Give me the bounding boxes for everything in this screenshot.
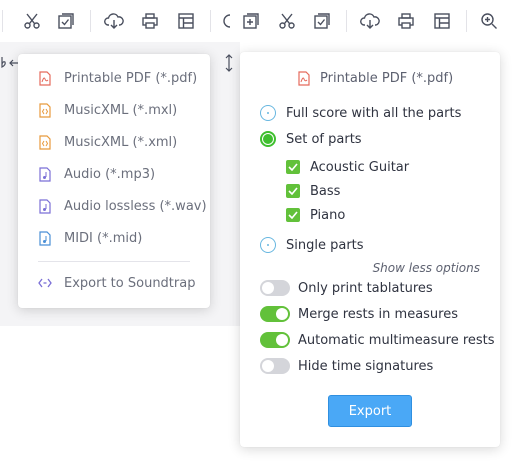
scissors-icon <box>23 12 41 30</box>
option-merge-rests[interactable]: Merge rests in measures <box>260 304 458 324</box>
radio-label: Set of parts <box>286 131 362 147</box>
layout-icon <box>177 12 195 30</box>
radio-full-score[interactable]: Full score with all the parts <box>260 103 461 123</box>
cloud-download-icon <box>104 12 124 30</box>
part-checkbox-piano[interactable]: Piano <box>286 205 345 225</box>
paste-button[interactable] <box>55 10 77 32</box>
printer-icon <box>397 12 415 30</box>
menu-item-label: Audio (*.mp3) <box>64 166 156 182</box>
export-download-button[interactable] <box>359 10 381 32</box>
option-multimeasure-rests[interactable]: Automatic multimeasure rests <box>260 330 495 350</box>
menu-item-xml[interactable]: MusicXML (*.xml) <box>38 131 177 153</box>
option-label: Automatic multimeasure rests <box>298 332 495 348</box>
toolbar-separator <box>210 10 211 32</box>
part-label: Piano <box>310 207 346 223</box>
toolbar-separator <box>346 10 347 32</box>
menu-item-mp3[interactable]: Audio (*.mp3) <box>38 163 155 185</box>
stem-toggle-icon[interactable] <box>224 54 234 72</box>
layout-button[interactable] <box>175 10 197 32</box>
add-box-icon <box>242 12 260 30</box>
xml-file-icon <box>38 102 52 118</box>
export-options-panel: Printable PDF (*.pdf) Full score with al… <box>240 52 500 447</box>
panel-format-header: Printable PDF (*.pdf) <box>298 71 453 86</box>
toolbar-left <box>0 0 240 42</box>
option-label: Only print tablatures <box>298 280 433 296</box>
option-label: Merge rests in measures <box>298 306 458 322</box>
checkbox-checked-icon <box>286 208 300 222</box>
menu-item-label: Audio lossless (*.wav) <box>64 198 207 214</box>
part-checkbox-acoustic-guitar[interactable]: Acoustic Guitar <box>286 157 409 177</box>
option-hide-time-signatures[interactable]: Hide time signatures <box>260 356 433 376</box>
cloud-download-icon <box>360 12 380 30</box>
toggle-switch[interactable] <box>260 358 290 374</box>
option-label: Hide time signatures <box>298 358 434 374</box>
zoom-in-button[interactable] <box>478 10 500 32</box>
radio-selected-icon <box>260 131 276 147</box>
flat-arrow-icon <box>0 56 20 70</box>
print-button[interactable] <box>395 10 417 32</box>
radio-label: Single parts <box>286 237 364 253</box>
menu-item-label: MIDI (*.mid) <box>64 230 143 246</box>
toggle-switch[interactable] <box>260 280 290 296</box>
print-button[interactable] <box>139 10 161 32</box>
menu-item-pdf[interactable]: Printable PDF (*.pdf) <box>38 67 197 89</box>
menu-item-soundtrap[interactable]: Export to Soundtrap <box>38 272 195 294</box>
layout-icon <box>433 12 451 30</box>
menu-item-midi[interactable]: MIDI (*.mid) <box>38 227 142 249</box>
toggle-switch[interactable] <box>260 332 290 348</box>
menu-divider <box>38 261 190 262</box>
audio-file-icon <box>38 166 52 182</box>
scissors-icon <box>278 12 296 30</box>
radio-unselected-icon <box>260 105 276 121</box>
export-button[interactable]: Export <box>328 395 412 427</box>
zoom-partial-icon <box>222 13 232 29</box>
option-only-print-tablatures[interactable]: Only print tablatures <box>260 278 433 298</box>
export-format-menu: Printable PDF (*.pdf) MusicXML (*.mxl) M… <box>18 54 210 308</box>
layout-button[interactable] <box>431 10 453 32</box>
checkbox-checked-icon <box>286 160 300 174</box>
show-less-options-link[interactable]: Show less options <box>373 261 480 275</box>
radio-set-of-parts[interactable]: Set of parts <box>260 129 362 149</box>
menu-item-mxl[interactable]: MusicXML (*.mxl) <box>38 99 177 121</box>
add-measure-button[interactable] <box>240 10 262 32</box>
xml-file-icon <box>38 134 52 150</box>
toolbar-separator <box>466 10 467 32</box>
toggle-switch[interactable] <box>260 306 290 322</box>
menu-item-label: Export to Soundtrap <box>64 275 196 291</box>
soundtrap-icon <box>38 275 52 291</box>
zoom-in-icon <box>480 12 498 30</box>
paste-icon <box>57 12 75 30</box>
paste-button[interactable] <box>311 10 333 32</box>
cut-button[interactable] <box>276 10 298 32</box>
export-download-button[interactable] <box>103 10 125 32</box>
radio-unselected-icon <box>260 237 276 253</box>
paste-icon <box>313 12 331 30</box>
radio-label: Full score with all the parts <box>286 105 462 121</box>
part-label: Bass <box>310 183 341 199</box>
toolbar-separator <box>90 10 91 32</box>
pdf-file-icon <box>298 71 310 86</box>
cut-button[interactable] <box>21 10 43 32</box>
checkbox-checked-icon <box>286 184 300 198</box>
part-checkbox-bass[interactable]: Bass <box>286 181 340 201</box>
radio-single-parts[interactable]: Single parts <box>260 235 364 255</box>
midi-file-icon <box>38 230 52 246</box>
menu-item-label: MusicXML (*.mxl) <box>64 102 178 118</box>
part-label: Acoustic Guitar <box>310 159 410 175</box>
menu-item-label: Printable PDF (*.pdf) <box>64 70 198 86</box>
toolbar-right <box>240 0 512 42</box>
menu-item-wav[interactable]: Audio lossless (*.wav) <box>38 195 207 217</box>
pdf-file-icon <box>38 70 52 86</box>
toolbar-separator <box>2 10 3 32</box>
menu-item-label: MusicXML (*.xml) <box>64 134 178 150</box>
format-label: Printable PDF (*.pdf) <box>320 71 454 86</box>
audio-file-icon <box>38 198 52 214</box>
printer-icon <box>141 12 159 30</box>
